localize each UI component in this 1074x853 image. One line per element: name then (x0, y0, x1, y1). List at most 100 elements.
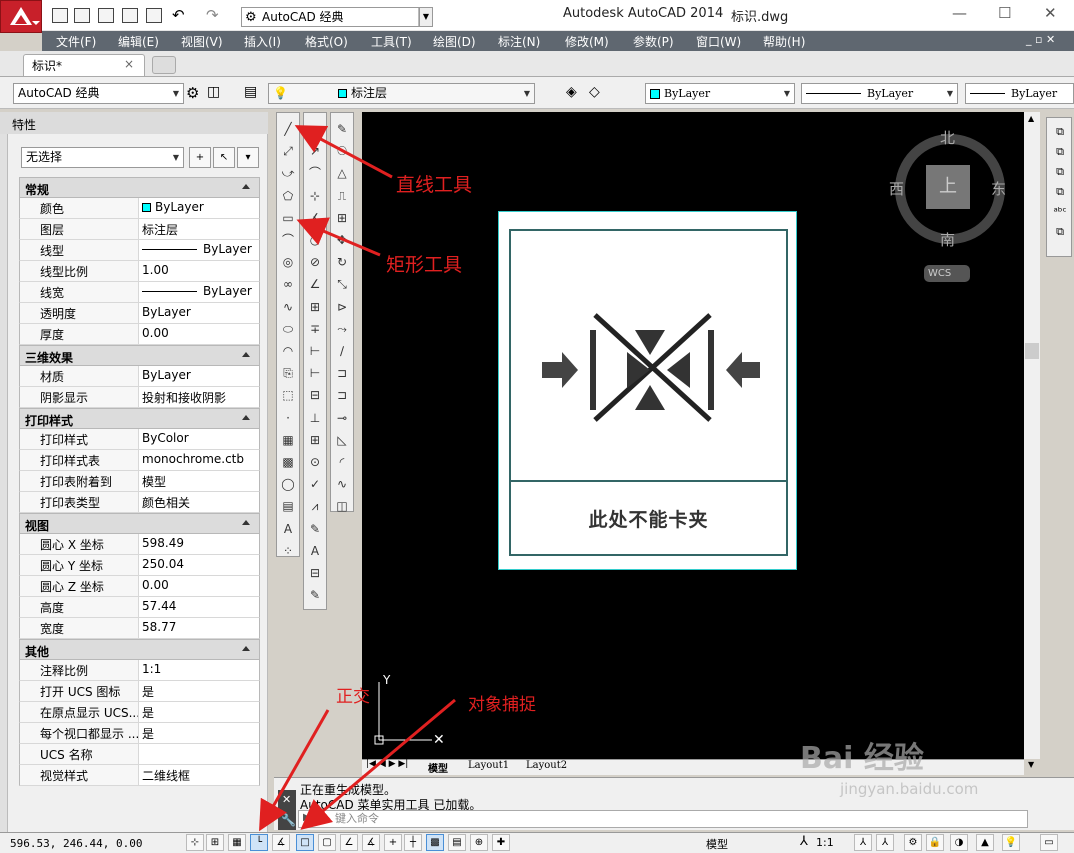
dimension-tool-icon[interactable]: ◔ (306, 231, 324, 249)
menu-parametric[interactable]: 参数(P) (633, 33, 674, 50)
property-row[interactable]: UCS 名称 (19, 744, 260, 765)
property-value[interactable]: ByColor (139, 429, 259, 449)
application-menu-button[interactable] (0, 0, 42, 33)
property-value[interactable]: 0.00 (139, 576, 259, 596)
property-row[interactable]: 注释比例 1:1 (19, 660, 260, 681)
property-value[interactable]: 1:1 (139, 660, 259, 680)
scroll-up-icon[interactable]: ▲ (1028, 114, 1034, 123)
draw-tool-icon[interactable]: ⬠ (279, 187, 297, 205)
rectangle-tool-icon[interactable]: ▭ (279, 209, 297, 227)
polar-tracking-icon[interactable]: ∡ (272, 834, 290, 851)
property-value[interactable]: monochrome.ctb (139, 450, 259, 470)
make-current-layer-icon[interactable]: ◈ (566, 84, 577, 100)
property-row[interactable]: 打开 UCS 图标是 (19, 681, 260, 702)
property-row[interactable]: 透明度 ByLayer (19, 303, 260, 324)
linetype-combo[interactable]: ByLayer ▼ (801, 83, 958, 104)
draw-tool-icon[interactable]: ⌒ (279, 231, 297, 249)
property-value[interactable]: ByLayer (139, 198, 259, 218)
property-row[interactable]: 视觉样式 二维线框 (19, 765, 260, 786)
dimension-tool-icon[interactable]: ✎ (306, 586, 324, 604)
property-value[interactable]: 是 (139, 702, 259, 722)
print-icon[interactable] (146, 8, 162, 23)
menu-format[interactable]: 格式(O) (305, 33, 348, 50)
wrench-icon[interactable]: 🔧 (281, 813, 296, 827)
dynamic-input-icon[interactable]: + (384, 834, 402, 851)
object-snap-icon[interactable]: □ (296, 834, 314, 851)
section-header[interactable]: 常规 (19, 177, 260, 198)
quick-properties-icon[interactable]: ▤ (448, 834, 466, 851)
file-tab[interactable]: 标识* × (23, 54, 145, 76)
property-value[interactable]: ByLayer (139, 303, 259, 323)
modify-tool-icon[interactable]: ◜ (333, 453, 351, 471)
dynamic-ucs-icon[interactable]: ∡ (362, 834, 380, 851)
property-row[interactable]: 打印表附着到 模型 (19, 471, 260, 492)
property-value[interactable]: 模型 (139, 471, 259, 491)
property-row[interactable]: 打印样式表 monochrome.ctb (19, 450, 260, 471)
dimension-tool-icon[interactable]: ∠ (306, 275, 324, 293)
hardware-accel-icon[interactable]: ◑ (950, 834, 968, 851)
menu-window[interactable]: 窗口(W) (696, 33, 741, 50)
draw-tool-icon[interactable]: ▦ (279, 431, 297, 449)
layout-nav-icons[interactable]: |◀ ◀ ▶ ▶| (366, 759, 408, 769)
property-row[interactable]: 材质 ByLayer (19, 366, 260, 387)
dimension-tool-icon[interactable]: ⊢ (306, 342, 324, 360)
bulb-icon[interactable]: 💡 (1002, 834, 1020, 851)
property-row[interactable]: 每个视口都显示 ... 是 (19, 723, 260, 744)
selection-combo[interactable]: 无选择 ▼ (21, 147, 184, 168)
undo-icon[interactable]: ↶ (172, 6, 185, 24)
wcs-menu[interactable]: WCS (924, 265, 970, 282)
command-input[interactable]: 键入命令 (298, 810, 1028, 828)
dimension-tool-icon[interactable]: ⊙ (306, 453, 324, 471)
isolate-objects-icon[interactable]: ▲ (976, 834, 994, 851)
modify-tool-icon[interactable]: ⊞ (333, 209, 351, 227)
draw-tool-icon[interactable]: ∿ (279, 298, 297, 316)
line-tool-icon[interactable]: ╱ (279, 120, 297, 138)
scrollbar-thumb[interactable] (1025, 343, 1039, 359)
qat-menu-button[interactable]: ▼ (419, 7, 433, 27)
doc-window-controls[interactable]: _ ▫ ✕ (1026, 33, 1055, 46)
modify-tool-icon[interactable]: ⊐ (333, 364, 351, 382)
menu-file[interactable]: 文件(F) (56, 33, 96, 50)
coordinate-readout[interactable]: 596.53, 246.44, 0.00 (10, 837, 142, 850)
modify-tool-icon[interactable]: ✥ (333, 231, 351, 249)
open-file-icon[interactable] (74, 8, 90, 23)
property-value[interactable]: 1.00 (139, 261, 259, 281)
dimension-tool-icon[interactable]: ⩘ (306, 497, 324, 515)
property-row[interactable]: 高度 57.44 (19, 597, 260, 618)
tab-layout1[interactable]: Layout1 (468, 760, 509, 771)
redo-icon[interactable]: ↷ (206, 6, 219, 24)
property-value[interactable]: 0.00 (139, 324, 259, 344)
workspace-selector[interactable]: AutoCAD 经典 ▼ (13, 83, 184, 104)
dimension-tool-icon[interactable]: ⊟ (306, 564, 324, 582)
draw-tool-icon[interactable]: ⁘ (279, 542, 297, 560)
layer-properties-icon[interactable]: ▤ (244, 84, 257, 100)
tab-layout2[interactable]: Layout2 (526, 760, 567, 771)
palette-grip[interactable] (0, 112, 8, 832)
dimension-tool-icon[interactable]: ⊥ (306, 409, 324, 427)
dimension-tool-icon[interactable]: ⊘ (306, 253, 324, 271)
property-row[interactable]: 打印样式 ByColor (19, 429, 260, 450)
property-row[interactable]: 厚度 0.00 (19, 324, 260, 345)
property-row[interactable]: 阴影显示 投射和接收阴影 (19, 387, 260, 408)
grid-display-icon[interactable]: ▦ (228, 834, 246, 851)
annotation-scale-icon[interactable]: ⅄ (800, 834, 808, 849)
layer-combo[interactable]: 💡 标注层 ▼ (268, 83, 535, 104)
property-value[interactable]: 标注层 (139, 219, 259, 239)
dimension-tool-icon[interactable]: A (306, 542, 324, 560)
collapse-icon[interactable] (242, 646, 250, 651)
object-snap-tracking-icon[interactable]: ∠ (340, 834, 358, 851)
property-row[interactable]: 圆心 X 坐标 598.49 (19, 534, 260, 555)
modify-tool-icon[interactable]: ⊐ (333, 386, 351, 404)
property-value[interactable]: 598.49 (139, 534, 259, 554)
autoscale-icon[interactable]: ⅄ (876, 834, 894, 851)
draw-tool-icon[interactable]: ◎ (279, 253, 297, 271)
compass-south[interactable]: 南 (940, 229, 955, 250)
section-header[interactable]: 打印样式 (19, 408, 260, 429)
save-icon[interactable] (98, 8, 114, 23)
workspace-combo[interactable]: ⚙ AutoCAD 经典 ▼ (241, 7, 433, 27)
property-row[interactable]: 宽度 58.77 (19, 618, 260, 639)
new-tab-button[interactable] (152, 56, 176, 74)
selection-cycling-icon[interactable]: ⊕ (470, 834, 488, 851)
dimension-tool-icon[interactable]: ⊞ (306, 298, 324, 316)
property-row[interactable]: 线型比例 1.00 (19, 261, 260, 282)
